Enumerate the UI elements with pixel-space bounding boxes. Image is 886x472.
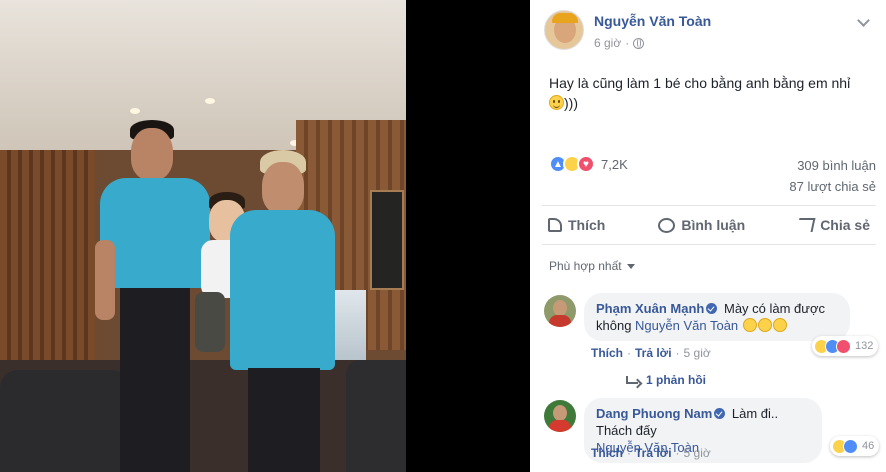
love-reaction-icon [836,338,851,354]
share-arrow-icon [796,218,816,232]
post-time[interactable]: 6 giờ [594,36,621,50]
reply-arrow-icon [626,376,638,384]
love-reaction-icon: ♥ [577,155,595,173]
sort-label: Phù hợp nhất [549,259,622,273]
comment-reply-link[interactable]: Trả lời [635,346,672,360]
author-name[interactable]: Nguyễn Văn Toàn [594,13,711,29]
person-right [230,150,340,472]
comment-button[interactable]: Bình luận [658,217,745,233]
comment-like-link[interactable]: Thích [591,346,623,360]
comment-like-link[interactable]: Thích [591,446,623,460]
comment-time[interactable]: 5 giờ [684,446,711,460]
separator-dot: · [625,36,630,50]
post-meta: 6 giờ · [594,36,645,50]
comment-reaction-count: 132 [855,340,874,352]
globe-icon[interactable] [633,37,645,49]
smile-emoji-icon [549,95,564,110]
commenter-name[interactable]: Phạm Xuân Mạnh [596,301,704,316]
wink-tongue-emoji-icon [757,318,772,332]
post-header: Nguyễn Văn Toàn 6 giờ · [544,10,874,54]
verified-badge-icon [706,303,718,314]
author-avatar[interactable] [544,10,584,50]
share-button-label: Chia sẻ [820,217,870,233]
verified-badge-icon [714,408,726,419]
post-text: Hay là cũng làm 1 bé cho bằng anh bằng e… [549,73,869,113]
chevron-down-icon[interactable] [857,14,870,27]
replies-count: 1 phản hồi [646,373,706,387]
comment-reaction-count: 46 [862,440,875,452]
comment-reactions[interactable]: 132 [812,336,879,356]
comment-mention[interactable]: Nguyễn Văn Toàn [635,318,738,333]
comment-item: Dang Phuong Nam Làm đi.. Thách đấy Nguyễ… [544,398,880,472]
comment-button-label: Bình luận [681,217,746,233]
ceiling-light [130,108,140,114]
reaction-count[interactable]: 7,2K [601,157,628,172]
separator-dot: · [675,446,680,460]
comment-count[interactable]: 309 bình luận [789,155,876,176]
photo-viewer: Nguyễn Văn Toàn 6 giờ · Hay là cũng làm … [0,0,886,472]
caret-down-icon [626,263,635,269]
comment-icon [658,217,676,233]
comment-reactions[interactable]: 46 [830,436,880,456]
thumbs-up-icon [548,218,562,232]
chalkboard-sign [370,190,404,290]
comment-actions: Thích · Trả lời · 5 giờ [591,346,711,360]
comment-bubble: Phạm Xuân Mạnh Mày có làm được không Ngu… [584,293,850,341]
wink-tongue-emoji-icon [772,318,787,332]
like-reaction-icon [843,438,858,454]
comment-time[interactable]: 5 giờ [684,346,711,360]
separator-dot: · [675,346,680,360]
comment-reply-link[interactable]: Trả lời [635,446,672,460]
share-button[interactable]: Chia sẻ [796,217,870,233]
engagement-counts: 309 bình luận 87 lượt chia sẻ [789,155,876,197]
viewer-background [406,0,530,472]
wood-wall-left [0,150,95,360]
separator-dot: · [627,346,631,360]
comment-actions: Thích · Trả lời · 5 giờ [591,446,711,460]
wink-tongue-emoji-icon [742,318,757,332]
share-count[interactable]: 87 lượt chia sẻ [789,176,876,197]
action-bar: Thích Bình luận Chia sẻ [542,205,876,245]
ceiling-light [205,98,215,104]
reaction-summary[interactable]: ▲ ♥ 7,2K [549,153,628,175]
post-sidebar: Nguyễn Văn Toàn 6 giờ · Hay là cũng làm … [530,0,886,472]
post-photo[interactable] [0,0,406,472]
comment-sort-dropdown[interactable]: Phù hợp nhất [549,259,635,273]
view-replies-link[interactable]: 1 phản hồi [626,373,706,387]
commenter-avatar[interactable] [544,295,576,327]
like-button-label: Thích [568,217,606,233]
comment-item: Phạm Xuân Mạnh Mày có làm được không Ngu… [544,293,879,393]
separator-dot: · [627,446,631,460]
like-button[interactable]: Thích [548,217,605,233]
post-message: Hay là cũng làm 1 bé cho bằng anh bằng e… [549,75,851,91]
post-message-suffix: ))) [564,95,578,111]
sofa [346,360,406,472]
commenter-name[interactable]: Dang Phuong Nam [596,406,712,421]
commenter-avatar[interactable] [544,400,576,432]
